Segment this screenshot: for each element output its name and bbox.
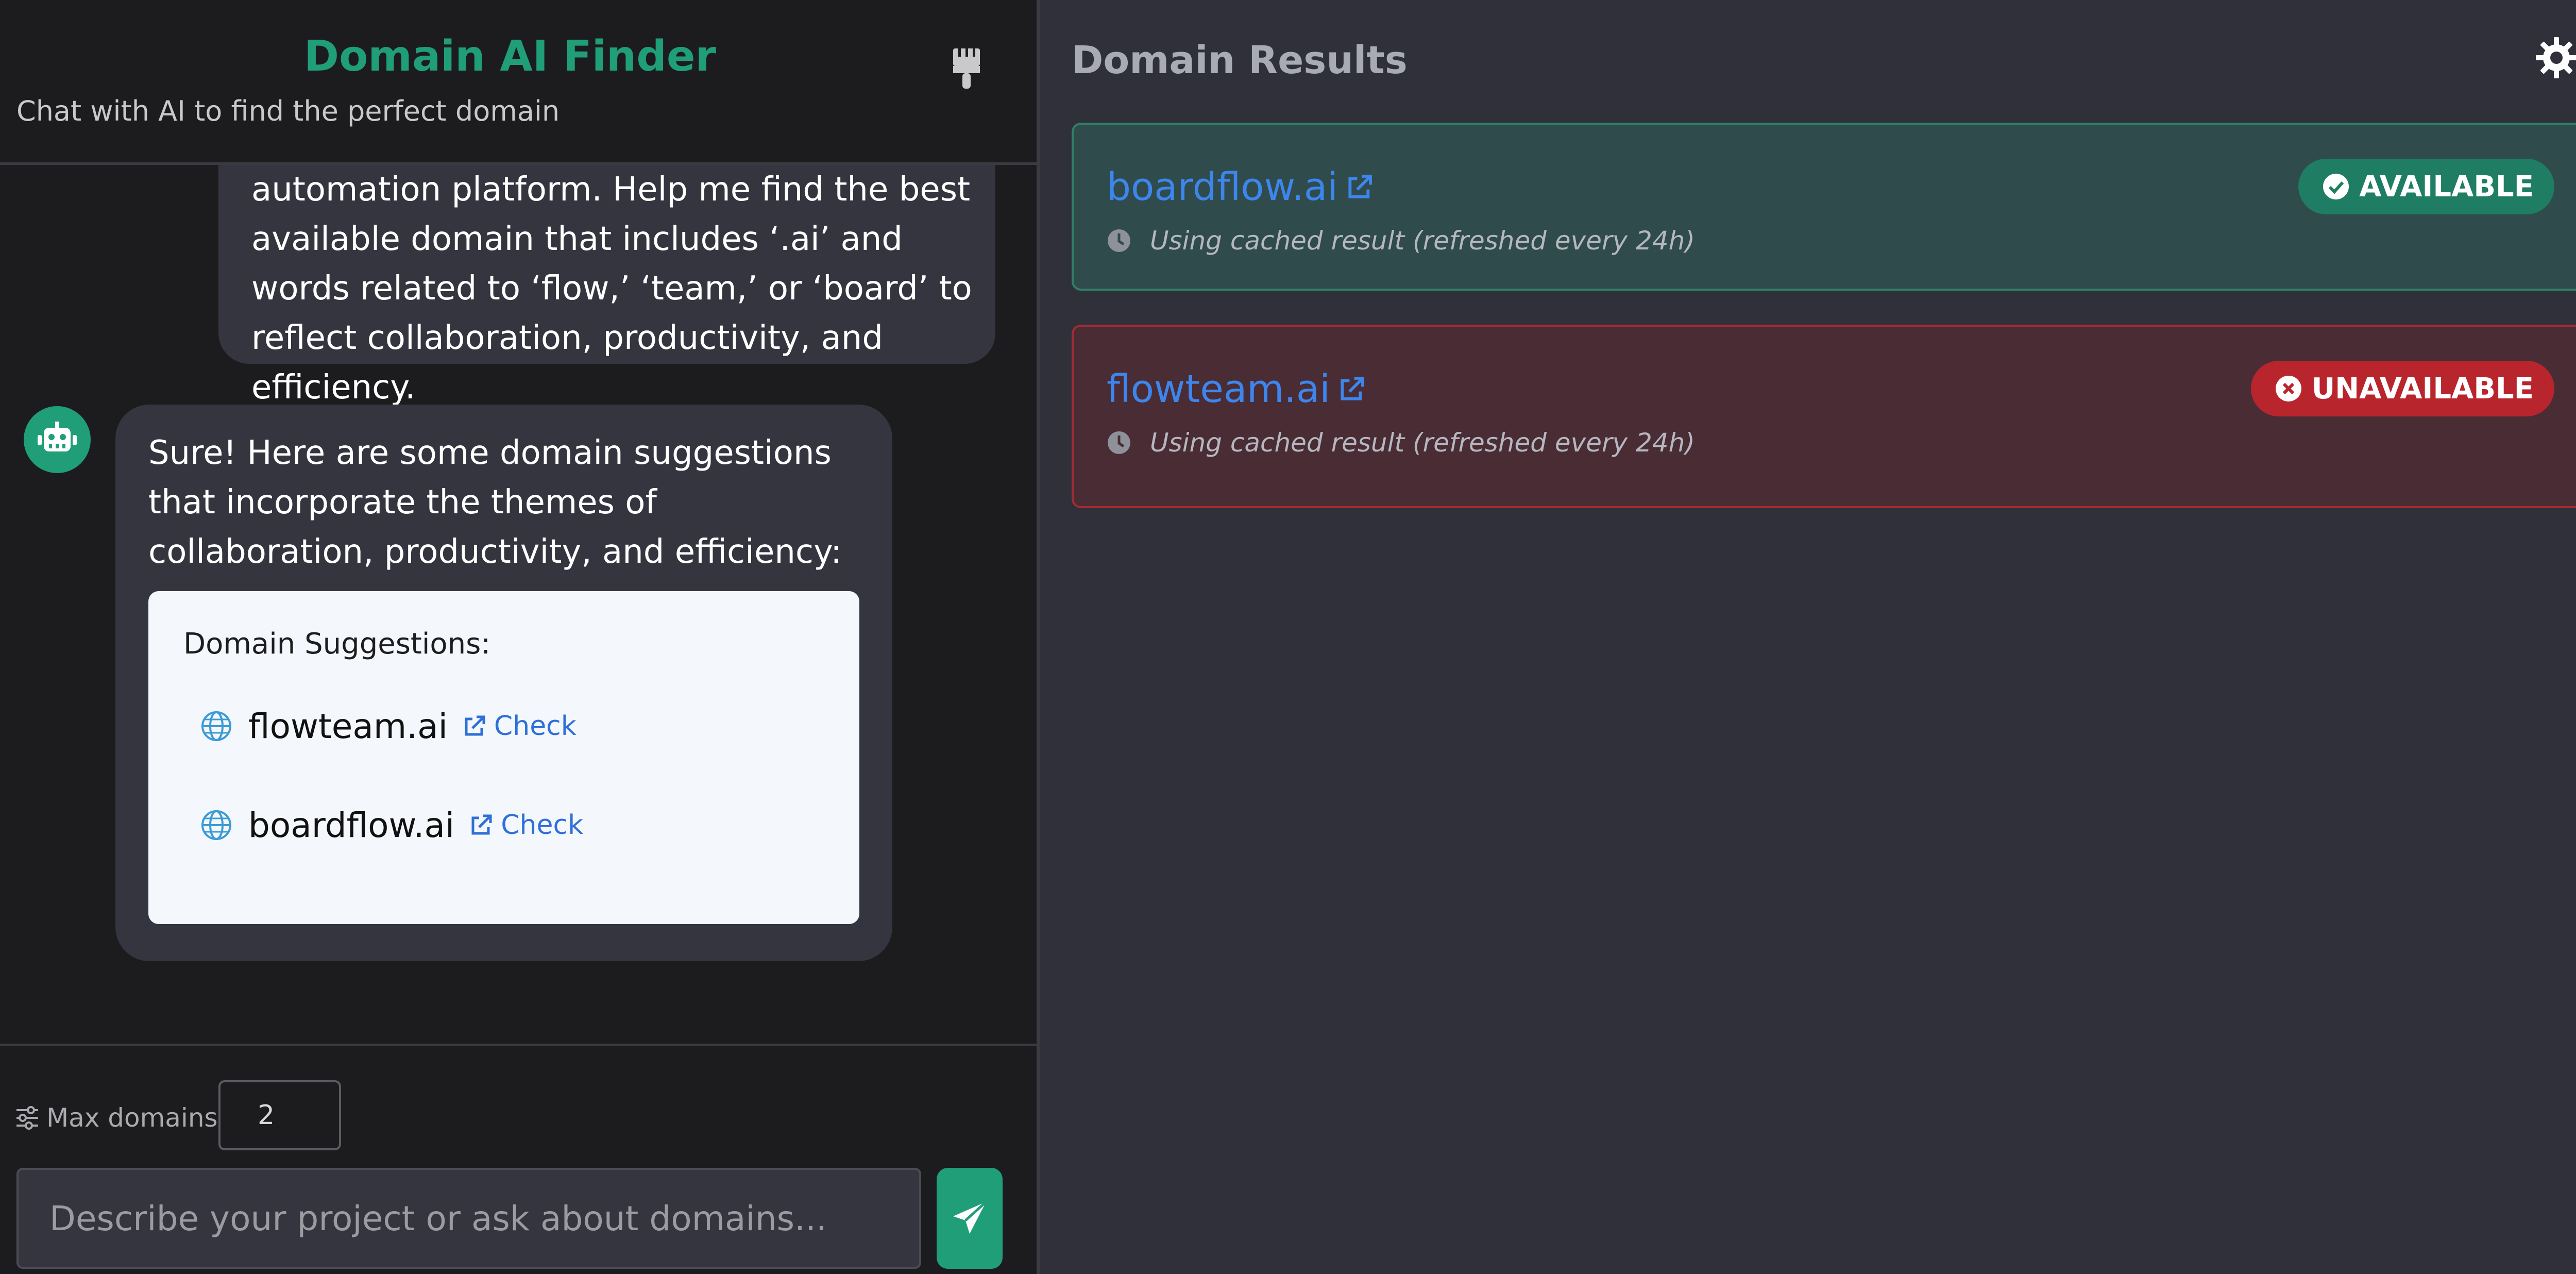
check-label: Check xyxy=(494,711,577,742)
external-link-icon xyxy=(471,814,492,835)
cached-note: Using cached result (refreshed every 24h… xyxy=(1107,428,1695,458)
chat-panel: Domain AI Finder Chat with AI to find th… xyxy=(0,0,1037,1274)
user-message: automation platform. Help me find the be… xyxy=(218,165,995,407)
chat-controls: Max domains: xyxy=(0,1044,1037,1274)
globe-icon xyxy=(201,711,231,741)
check-link[interactable]: Check xyxy=(469,810,583,841)
sliders-icon xyxy=(16,1106,38,1130)
robot-icon xyxy=(38,422,77,451)
external-link-icon xyxy=(465,715,485,736)
result-domain-link[interactable]: flowteam.ai xyxy=(1107,367,1366,411)
suggestion-item: flowteam.ai Check xyxy=(200,706,577,747)
status-badge-text: AVAILABLE xyxy=(2359,170,2534,204)
check-circle-icon xyxy=(2323,174,2349,199)
results-panel: Domain Results boardflow.ai Using cached… xyxy=(1040,0,2576,1274)
result-domain-link[interactable]: boardflow.ai xyxy=(1107,165,1374,209)
send-button[interactable] xyxy=(937,1168,1003,1269)
check-label: Check xyxy=(501,810,584,841)
suggestion-item: boardflow.ai Check xyxy=(200,804,583,846)
prompt-input[interactable] xyxy=(16,1168,921,1269)
max-domains-text: Max domains: xyxy=(46,1103,227,1133)
max-domains-label: Max domains: xyxy=(15,1103,226,1133)
cached-note-text: Using cached result (refreshed every 24h… xyxy=(1150,226,1695,256)
result-card-unavailable: flowteam.ai Using cached result (refresh… xyxy=(1072,325,2576,508)
status-badge-unavailable: UNAVAILABLE xyxy=(2250,361,2554,416)
suggestion-domain: flowteam.ai xyxy=(248,706,448,746)
status-badge-available: AVAILABLE xyxy=(2298,159,2554,214)
external-link-icon xyxy=(1348,175,1372,198)
bot-message-text: Sure! Here are some domain suggestions t… xyxy=(148,434,842,571)
app-subtitle: Chat with AI to find the perfect domain xyxy=(16,95,560,127)
result-domain-text: boardflow.ai xyxy=(1107,165,1338,209)
status-badge-text: UNAVAILABLE xyxy=(2311,372,2534,406)
results-title: Domain Results xyxy=(1072,38,1408,82)
chat-messages[interactable]: automation platform. Help me find the be… xyxy=(0,165,1037,1044)
cached-note: Using cached result (refreshed every 24h… xyxy=(1107,226,1695,256)
app-title: Domain AI Finder xyxy=(304,32,716,81)
send-icon xyxy=(953,1201,987,1234)
clock-icon xyxy=(1108,431,1130,454)
bot-avatar xyxy=(24,406,91,473)
gear-icon[interactable] xyxy=(2535,36,2576,79)
domain-suggestions-card: Domain Suggestions: flowteam.ai Check bo… xyxy=(148,591,859,924)
result-domain-text: flowteam.ai xyxy=(1107,367,1330,411)
max-domains-input[interactable] xyxy=(218,1080,341,1150)
chat-header: Domain AI Finder Chat with AI to find th… xyxy=(0,0,1037,165)
globe-icon xyxy=(201,810,231,840)
clear-chat-brush-icon[interactable] xyxy=(951,47,982,91)
external-link-icon xyxy=(1341,377,1364,400)
result-card-available: boardflow.ai Using cached result (refres… xyxy=(1072,123,2576,291)
bot-message: Sure! Here are some domain suggestions t… xyxy=(115,405,892,961)
suggestion-domain: boardflow.ai xyxy=(248,805,455,845)
x-circle-icon xyxy=(2275,376,2301,401)
suggestions-title: Domain Suggestions: xyxy=(183,627,491,661)
check-link[interactable]: Check xyxy=(462,711,577,742)
user-message-text: automation platform. Help me find the be… xyxy=(251,171,972,407)
cached-note-text: Using cached result (refreshed every 24h… xyxy=(1150,428,1695,458)
clock-icon xyxy=(1108,229,1130,252)
